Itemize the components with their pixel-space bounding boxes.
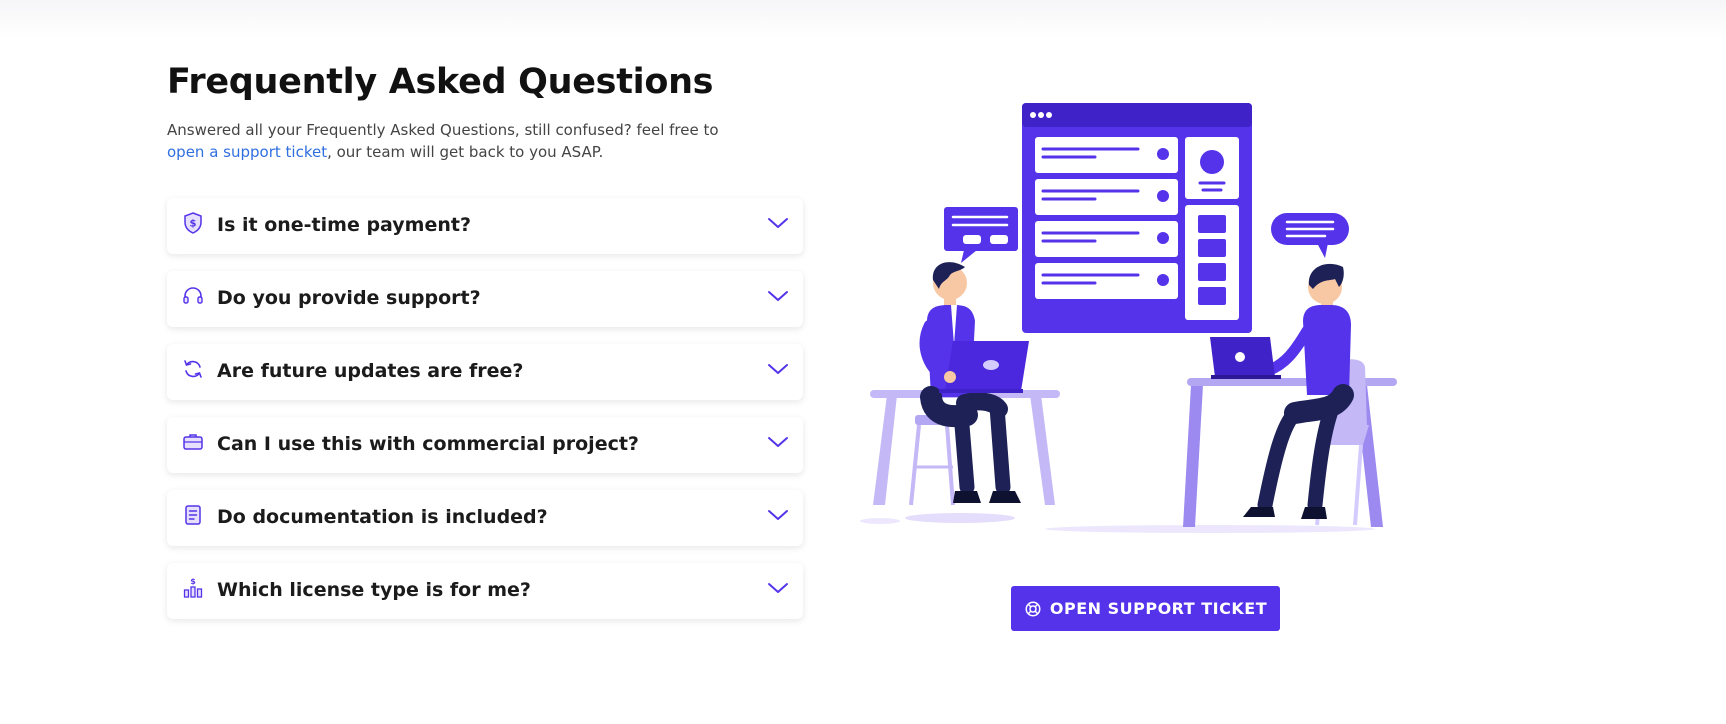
faq-question: Do documentation is included? — [217, 506, 548, 528]
faq-question: Which license type is for me? — [217, 579, 531, 601]
chevron-down-icon — [768, 437, 788, 447]
chat-bubble-right — [1271, 213, 1349, 258]
svg-text:$: $ — [190, 219, 197, 230]
floor-shadow — [1045, 525, 1375, 533]
subtitle-text-start: Answered all your Frequently Asked Quest… — [167, 121, 719, 139]
faq-item-documentation[interactable]: Do documentation is included? — [167, 490, 803, 546]
faq-question: Do you provide support? — [217, 287, 481, 309]
pricing-chart-icon: $ — [183, 577, 203, 598]
right-laptop — [1210, 337, 1281, 379]
open-support-ticket-button[interactable]: OPEN SUPPORT TICKET — [1011, 586, 1280, 631]
page-subtitle: Answered all your Frequently Asked Quest… — [167, 119, 727, 163]
chevron-down-icon — [768, 364, 788, 374]
lifebuoy-icon — [1025, 601, 1041, 616]
faq-item-commercial[interactable]: Can I use this with commercial project? — [167, 417, 803, 473]
faq-list: $ Is it one-time payment? Do you provide… — [167, 198, 807, 619]
faq-question: Is it one-time payment? — [217, 214, 471, 236]
right-person — [1243, 263, 1354, 519]
faq-question: Can I use this with commercial project? — [217, 433, 639, 455]
briefcase-icon — [183, 434, 203, 450]
left-chair — [909, 415, 955, 506]
refresh-icon — [184, 360, 202, 378]
support-ticket-link[interactable]: open a support ticket — [167, 143, 327, 161]
faq-section: Frequently Asked Questions Answered all … — [167, 58, 807, 636]
floor-shadow — [905, 513, 1015, 523]
chevron-down-icon — [768, 291, 788, 301]
faq-item-license[interactable]: $ Which license type is for me? — [167, 563, 803, 619]
left-laptop — [939, 341, 1029, 393]
floor-shadow — [860, 518, 900, 524]
faq-item-updates[interactable]: Are future updates are free? — [167, 344, 803, 400]
page-title: Frequently Asked Questions — [167, 62, 714, 102]
top-band — [0, 0, 1726, 38]
svg-text:$: $ — [190, 577, 196, 586]
chevron-down-icon — [768, 218, 788, 228]
shield-dollar-icon: $ — [184, 212, 202, 234]
cta-label: OPEN SUPPORT TICKET — [1049, 599, 1268, 618]
dashboard-panel — [1022, 103, 1252, 333]
headset-icon — [183, 287, 203, 304]
subtitle-text-end: , our team will get back to you ASAP. — [327, 143, 604, 161]
chevron-down-icon — [768, 510, 788, 520]
chevron-down-icon — [768, 583, 788, 593]
faq-question: Are future updates are free? — [217, 360, 524, 382]
faq-item-support[interactable]: Do you provide support? — [167, 271, 803, 327]
document-icon — [185, 505, 201, 525]
faq-item-payment[interactable]: $ Is it one-time payment? — [167, 198, 803, 254]
support-illustration — [860, 103, 1397, 533]
chat-bubble-left — [944, 207, 1018, 263]
